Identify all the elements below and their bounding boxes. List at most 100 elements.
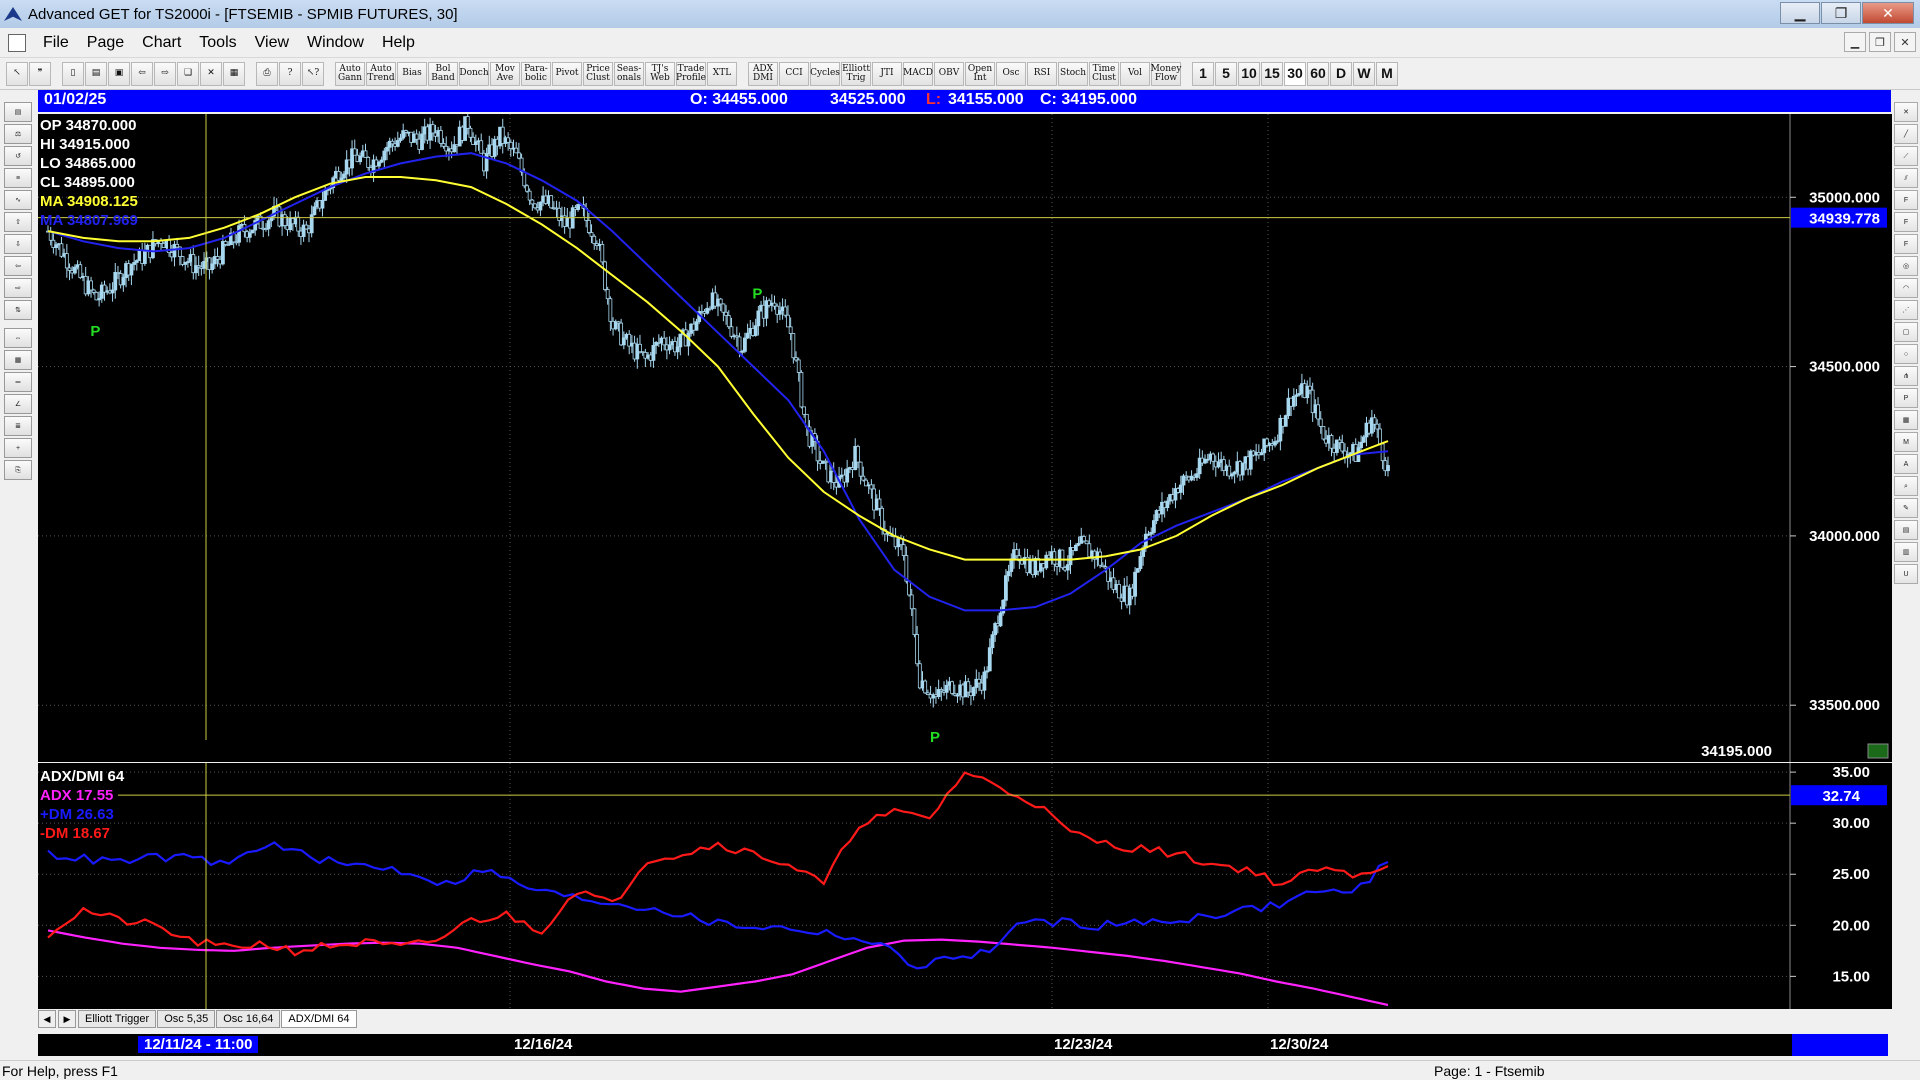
indicator-button-5[interactable]: Mov Ave <box>490 61 520 86</box>
indicator-button-6[interactable]: Para-bolic <box>521 61 551 86</box>
arc-tool-icon[interactable]: ◠ <box>1894 278 1918 298</box>
timeframe-button-1[interactable]: 1 <box>1192 61 1214 86</box>
indicator-button-12[interactable]: XTL <box>707 61 737 86</box>
fit-icon[interactable]: ⇔ <box>4 328 32 348</box>
save-icon[interactable]: ▣ <box>108 61 130 86</box>
right-icon[interactable]: ⇨ <box>4 278 32 298</box>
tab-adx-dmi-64[interactable]: ADX/DMI 64 <box>281 1010 357 1028</box>
tab-next-icon[interactable]: ▶ <box>58 1010 76 1028</box>
lines-icon[interactable]: ═ <box>4 372 32 392</box>
tab-prev-icon[interactable]: ◀ <box>38 1010 56 1028</box>
export-icon[interactable]: ⎘ <box>4 460 32 480</box>
ray-tool-icon[interactable]: ⟋ <box>1894 146 1918 166</box>
timeframe-button-D[interactable]: D <box>1330 61 1352 86</box>
close-button[interactable]: ✕ <box>1862 2 1914 24</box>
fib-lines-icon[interactable]: ≣ <box>4 416 32 436</box>
grid-icon[interactable]: ▦ <box>223 61 245 86</box>
study-button-3[interactable]: Elliott Trig <box>841 61 871 86</box>
mdi-minimize-icon[interactable]: ▁ <box>1844 32 1866 52</box>
fib-icon[interactable]: ⚖ <box>4 124 32 144</box>
fib-ret-tool-icon[interactable]: F <box>1894 190 1918 210</box>
cross-icon[interactable]: + <box>4 438 32 458</box>
indicator-button-3[interactable]: Bol Band <box>428 61 458 86</box>
menu-help[interactable]: Help <box>373 34 424 52</box>
menu-tools[interactable]: Tools <box>190 34 245 52</box>
stack-tool-icon[interactable]: ▥ <box>1894 542 1918 562</box>
price-chart[interactable]: 35000.000 34500.000 34000.000 33500.000 P P P 3… <box>38 110 1892 762</box>
grid-tool-icon[interactable]: ▦ <box>1894 410 1918 430</box>
timeframe-button-10[interactable]: 10 <box>1238 61 1260 86</box>
indicator-button-10[interactable]: TJ's Web <box>645 61 675 86</box>
scale-icon[interactable]: ⇅ <box>4 300 32 320</box>
study-button-7[interactable]: Open Int <box>965 61 995 86</box>
pointer-icon[interactable]: ↖ <box>6 61 28 86</box>
copy-icon[interactable]: ❏ <box>177 61 199 86</box>
study-button-4[interactable]: JTI <box>872 61 902 86</box>
minimize-button[interactable]: ▁ <box>1780 2 1820 24</box>
mdi-restore-icon[interactable]: ❐ <box>1869 32 1891 52</box>
u-shape-tool-icon[interactable]: U <box>1894 564 1918 584</box>
box-tool-icon[interactable]: ▢ <box>1894 322 1918 342</box>
left-icon[interactable]: ⇦ <box>4 256 32 276</box>
menu-page[interactable]: Page <box>78 34 133 52</box>
timeframe-button-30[interactable]: 30 <box>1284 61 1306 86</box>
tab-osc-16-64[interactable]: Osc 16,64 <box>216 1010 281 1028</box>
mdi-close-icon[interactable]: ✕ <box>1894 32 1916 52</box>
mob-tool-icon[interactable]: M <box>1894 432 1918 452</box>
pitchfork-tool-icon[interactable]: ⋔ <box>1894 366 1918 386</box>
channel-tool-icon[interactable]: ⫽ <box>1894 168 1918 188</box>
indicator-button-1[interactable]: Auto Trend <box>366 61 396 86</box>
timeframe-button-5[interactable]: 5 <box>1215 61 1237 86</box>
fib-ext-tool-icon[interactable]: F <box>1894 212 1918 232</box>
tab-osc-5-35[interactable]: Osc 5,35 <box>157 1010 216 1028</box>
study-button-6[interactable]: OBV <box>934 61 964 86</box>
indicator-chart-svg[interactable]: 35.00 30.00 25.00 20.00 15.00 32.74 ADX/DMI 64… <box>38 763 1892 1009</box>
timeframe-button-M[interactable]: M <box>1376 61 1398 86</box>
cross-tool-icon[interactable]: ✕ <box>1894 102 1918 122</box>
up-icon[interactable]: ⇧ <box>4 212 32 232</box>
print-icon[interactable]: ⎙ <box>256 61 278 86</box>
open-page-icon[interactable]: ▤ <box>4 102 32 122</box>
timeframe-button-W[interactable]: W <box>1353 61 1375 86</box>
chart-corner-icon[interactable] <box>1867 743 1889 759</box>
menu-file[interactable]: File <box>34 34 78 52</box>
open-icon[interactable]: ▤ <box>85 61 107 86</box>
list-icon[interactable]: ▦ <box>4 350 32 370</box>
indicator-button-8[interactable]: Price Clust <box>583 61 613 86</box>
study-button-12[interactable]: Vol <box>1120 61 1150 86</box>
study-button-10[interactable]: Stoch <box>1058 61 1088 86</box>
indicator-button-0[interactable]: Auto Gann <box>335 61 365 86</box>
study-button-5[interactable]: MACD <box>903 61 933 86</box>
document-icon[interactable] <box>8 33 26 52</box>
restore-button[interactable]: ❐ <box>1821 2 1861 24</box>
context-help-icon[interactable]: ↖? <box>302 61 324 86</box>
reset-icon[interactable]: ↺ <box>4 146 32 166</box>
text-tool-icon[interactable]: A <box>1894 454 1918 474</box>
ellipse-tool-icon[interactable]: ○ <box>1894 344 1918 364</box>
fib-time-tool-icon[interactable]: F <box>1894 234 1918 254</box>
menu-view[interactable]: View <box>246 34 298 52</box>
indicator-button-7[interactable]: Pivot <box>552 61 582 86</box>
timeframe-button-60[interactable]: 60 <box>1307 61 1329 86</box>
study-button-11[interactable]: Time Clust <box>1089 61 1119 86</box>
indicator-button-4[interactable]: Donch <box>459 61 489 86</box>
delete-icon[interactable]: ✕ <box>200 61 222 86</box>
study-button-0[interactable]: ADX DMI <box>748 61 778 86</box>
pti-tool-icon[interactable]: P <box>1894 388 1918 408</box>
forward-icon[interactable]: ⇨ <box>154 61 176 86</box>
study-button-9[interactable]: RSI <box>1027 61 1057 86</box>
down-icon[interactable]: ⇩ <box>4 234 32 254</box>
cycle-tool-icon[interactable]: ◎ <box>1894 256 1918 276</box>
new-icon[interactable]: ▯ <box>62 61 84 86</box>
timeframe-button-15[interactable]: 15 <box>1261 61 1283 86</box>
study-button-8[interactable]: Osc <box>996 61 1026 86</box>
info-icon[interactable]: ? <box>279 61 301 86</box>
back-icon[interactable]: ⇦ <box>131 61 153 86</box>
study-button-1[interactable]: CCI <box>779 61 809 86</box>
tab-elliott-trigger[interactable]: Elliott Trigger <box>78 1010 157 1028</box>
indicator-button-9[interactable]: Seas-onals <box>614 61 644 86</box>
indicator-chart[interactable]: 35.00 30.00 25.00 20.00 15.00 32.74 ADX/DMI 64… <box>38 763 1892 1009</box>
menu-window[interactable]: Window <box>298 34 373 52</box>
pen-tool-icon[interactable]: ✎ <box>1894 498 1918 518</box>
fan-tool-icon[interactable]: ⋰ <box>1894 300 1918 320</box>
